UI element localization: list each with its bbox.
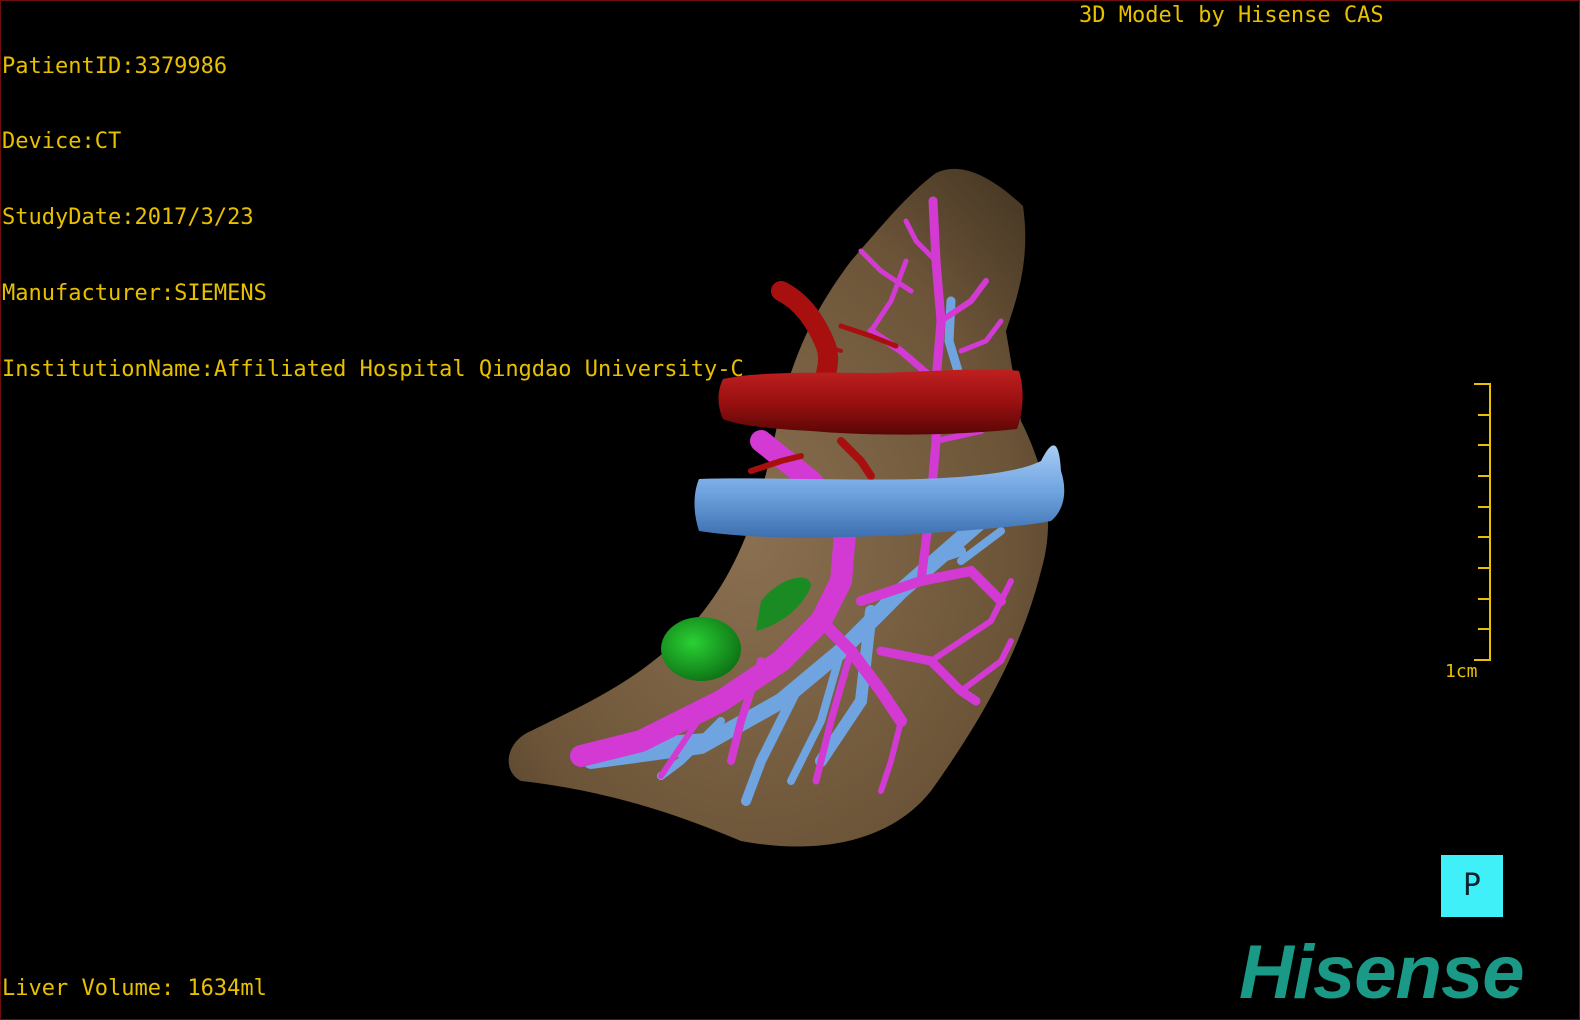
manufacturer: Manufacturer:SIEMENS: [2, 281, 267, 307]
hisense-logo: Hisense: [1239, 930, 1524, 1015]
patient-id: PatientID:3379986: [2, 53, 228, 79]
lesion: [661, 617, 741, 681]
study-date: StudyDate:2017/3/23: [2, 205, 254, 231]
device: Device:CT: [2, 129, 122, 155]
scale-label: 1cm: [1445, 661, 1478, 682]
orientation-cube-icon[interactable]: P: [1441, 855, 1503, 917]
viewport-3d[interactable]: PatientID:3379986 Device:CT StudyDate:20…: [0, 0, 1580, 1020]
liver-volume: Liver Volume: 1634ml: [2, 976, 267, 1001]
dicom-info-panel: PatientID:3379986 Device:CT StudyDate:20…: [2, 3, 744, 433]
aorta: [718, 369, 1023, 435]
scale-bar-icon: [1474, 383, 1491, 661]
orientation-label: P: [1462, 868, 1482, 903]
model-credit: 3D Model by Hisense CAS: [1079, 3, 1384, 28]
institution-name: InstitutionName:Affiliated Hospital Qing…: [2, 357, 744, 383]
